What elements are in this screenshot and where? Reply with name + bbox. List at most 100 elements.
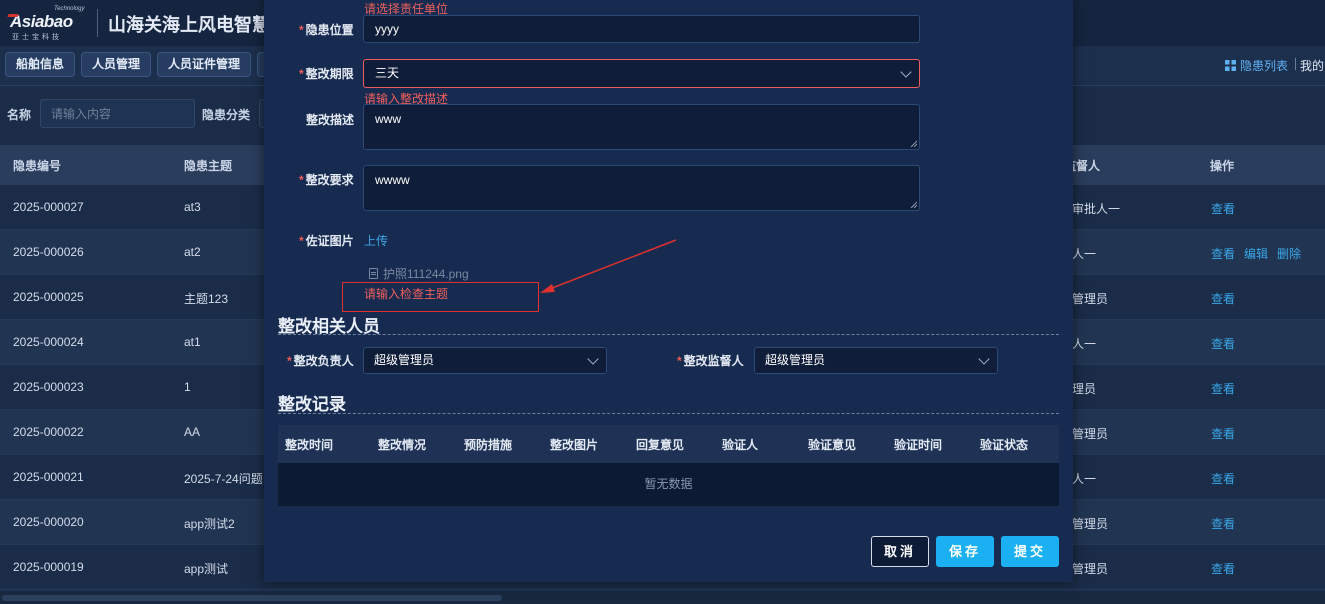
chevron-down-icon (587, 352, 599, 365)
deadline-label: * 整改期限 (299, 67, 354, 81)
cancel-button[interactable]: 取消 (871, 536, 929, 567)
hazard-list-label: 隐患列表 (1240, 59, 1289, 73)
cell-code: 2025-000023 (13, 380, 84, 394)
company-logo: Technology Asiabao 亚士宝科技 (8, 6, 88, 41)
row-action-link[interactable]: 查看 (1211, 335, 1235, 352)
supervisor-label: * 整改监督人 (677, 354, 744, 368)
row-action-link[interactable]: 查看 (1211, 380, 1235, 397)
category-filter-label: 隐患分类 (202, 108, 251, 122)
rec-th-prevention: 预防措施 (464, 438, 513, 452)
cell-code: 2025-000020 (13, 515, 84, 529)
cell-subject: at1 (184, 335, 201, 349)
resize-handle-icon[interactable] (910, 201, 917, 208)
cell-code: 2025-000022 (13, 425, 84, 439)
evidence-label: * 佐证图片 (299, 234, 354, 248)
tab-certificates[interactable]: 人员证件管理 (157, 52, 252, 77)
th-actions: 操作 (1210, 159, 1235, 173)
cell-code: 2025-000027 (13, 200, 84, 214)
row-action-link[interactable]: 查看 (1211, 290, 1235, 307)
th-subject: 隐患主题 (184, 159, 233, 173)
owner-select[interactable]: 超级管理员 (363, 347, 607, 374)
owner-value: 超级管理员 (374, 353, 435, 367)
row-action-link[interactable]: 查看 (1211, 470, 1235, 487)
deadline-value: 三天 (375, 66, 400, 80)
hazard-list-link[interactable]: 隐患列表 (1225, 57, 1288, 74)
location-label: * 隐患位置 (299, 23, 354, 37)
cell-subject: at3 (184, 200, 201, 214)
requirement-textarea[interactable]: wwww (363, 165, 920, 211)
deadline-select[interactable]: 三天 (363, 59, 920, 88)
save-button[interactable]: 保存 (936, 536, 994, 567)
cell-person: 管理员 (1072, 292, 1109, 306)
horizontal-scrollbar[interactable] (0, 592, 1325, 604)
tab-personnel[interactable]: 人员管理 (81, 52, 152, 77)
mine-link[interactable]: 我的 (1300, 57, 1324, 74)
location-input[interactable]: yyyy (363, 15, 920, 43)
rec-th-verify-state: 验证状态 (980, 438, 1029, 452)
upload-button[interactable]: 上传 (364, 232, 388, 249)
row-action-link[interactable]: 查看 (1211, 200, 1235, 217)
cell-code: 2025-000025 (13, 290, 84, 304)
rec-th-time: 整改时间 (285, 438, 334, 452)
cell-person: 人一 (1072, 472, 1097, 486)
uploaded-file[interactable]: 护照111244.png (369, 265, 469, 282)
chevron-down-icon (978, 352, 990, 365)
requirement-label: * 整改要求 (299, 173, 354, 187)
th-code: 隐患编号 (13, 159, 62, 173)
cell-person: 管理员 (1072, 427, 1109, 441)
cell-person: 审批人一 (1072, 202, 1121, 216)
chevron-down-icon (900, 65, 912, 78)
annotation-highlight-box (342, 282, 539, 312)
rec-th-reply: 回复意见 (636, 438, 685, 452)
owner-label: * 整改负责人 (287, 354, 354, 368)
row-action-link[interactable]: 查看 (1211, 560, 1235, 577)
cell-subject: app测试 (184, 562, 229, 576)
cell-subject: 主题123 (184, 292, 229, 306)
records-section-divider (278, 413, 1059, 414)
rec-th-images: 整改图片 (550, 438, 599, 452)
row-action-link[interactable]: 查看 (1211, 245, 1235, 262)
cell-subject: app测试2 (184, 517, 235, 531)
name-filter-input[interactable] (40, 99, 195, 128)
scrollbar-thumb[interactable] (2, 595, 502, 601)
row-action-link[interactable]: 查看 (1211, 425, 1235, 442)
requirement-value: wwww (375, 173, 410, 187)
row-action-link[interactable]: 编辑 (1244, 245, 1268, 262)
cell-person: 理员 (1072, 382, 1097, 396)
cell-subject: AA (184, 425, 201, 439)
records-empty-state: 暂无数据 (278, 463, 1059, 506)
nav-separator (1295, 58, 1296, 70)
uploaded-file-name: 护照111244.png (383, 267, 469, 281)
row-action-link[interactable]: 查看 (1211, 515, 1235, 532)
description-textarea[interactable]: www (363, 104, 920, 150)
description-label: 整改描述 (306, 113, 355, 127)
logo-wordmark: Asiabao (10, 12, 73, 31)
tab-ship-info[interactable]: 船舶信息 (5, 52, 76, 77)
document-icon (369, 268, 378, 279)
header-divider (97, 9, 98, 37)
cell-code: 2025-000021 (13, 470, 84, 484)
people-section-divider (278, 334, 1059, 335)
app-title: 山海关海上风电智慧 (108, 15, 268, 35)
resize-handle-icon[interactable] (910, 140, 917, 147)
cell-person: 管理员 (1072, 562, 1109, 576)
cell-subject: 1 (184, 380, 191, 394)
logo-cn-text: 亚士宝科技 (12, 34, 62, 41)
cell-code: 2025-000019 (13, 560, 84, 574)
supervisor-select[interactable]: 超级管理员 (754, 347, 998, 374)
cell-subject: 2025-7-24问题 (184, 472, 263, 486)
submit-button[interactable]: 提交 (1001, 536, 1059, 567)
grid-icon (1225, 60, 1236, 71)
cell-subject: at2 (184, 245, 201, 259)
cell-person: 管理员 (1072, 517, 1109, 531)
cell-person: 人一 (1072, 337, 1097, 351)
cell-code: 2025-000024 (13, 335, 84, 349)
rec-th-status: 整改情况 (378, 438, 427, 452)
supervisor-value: 超级管理员 (765, 353, 826, 367)
records-section-title: 整改记录 (278, 395, 346, 414)
cell-code: 2025-000026 (13, 245, 84, 259)
rec-th-verify-time: 验证时间 (894, 438, 943, 452)
rec-th-verify-opinion: 验证意见 (808, 438, 857, 452)
row-action-link[interactable]: 删除 (1277, 245, 1301, 262)
rec-th-verifier: 验证人 (722, 438, 759, 452)
